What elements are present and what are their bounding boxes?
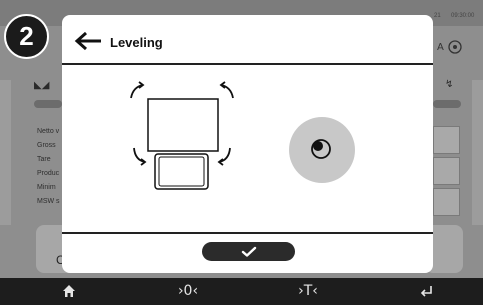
background-label: Netto v	[37, 128, 60, 135]
enter-arrow-icon	[420, 286, 432, 297]
background-bar	[34, 100, 62, 108]
svg-text:A: A	[437, 42, 444, 53]
level-indicator-icon	[289, 117, 355, 183]
background-field	[433, 126, 460, 154]
enter-button[interactable]	[414, 280, 438, 302]
checkmark-icon	[241, 246, 257, 257]
home-icon	[63, 285, 75, 297]
background-label: Gross	[37, 142, 56, 149]
status-time-right: 09:30:00	[451, 13, 475, 19]
arrows-icon: ↯	[445, 79, 454, 90]
home-button[interactable]	[57, 280, 81, 302]
background-field	[433, 188, 460, 216]
background-field	[433, 157, 460, 185]
background-label: Produc	[37, 170, 60, 177]
tare-button[interactable]: ›T‹	[290, 280, 326, 302]
scale-icon: ◣◢	[34, 80, 50, 91]
left-side-tab[interactable]	[0, 80, 11, 225]
confirm-button[interactable]	[202, 242, 295, 261]
background-label: Tare	[37, 156, 51, 163]
zero-button[interactable]: ›0‹	[170, 280, 206, 302]
background-label: MSW s	[37, 198, 60, 205]
right-side-tab[interactable]	[472, 80, 483, 225]
status-time-left: 21	[434, 13, 441, 19]
back-arrow-icon[interactable]	[74, 31, 104, 51]
bottom-nav-bar: ›0‹ ›T‹	[0, 278, 483, 304]
step-badge: 2	[4, 14, 49, 59]
background-icons: A	[437, 40, 462, 54]
background-bar-right	[433, 100, 461, 108]
scale-platform-illustration	[130, 81, 234, 190]
footer-divider	[62, 232, 433, 234]
background-label: Minim	[37, 184, 56, 191]
header-divider	[62, 63, 433, 65]
leveling-dialog: Leveling	[62, 15, 433, 273]
dialog-title: Leveling	[110, 35, 163, 50]
